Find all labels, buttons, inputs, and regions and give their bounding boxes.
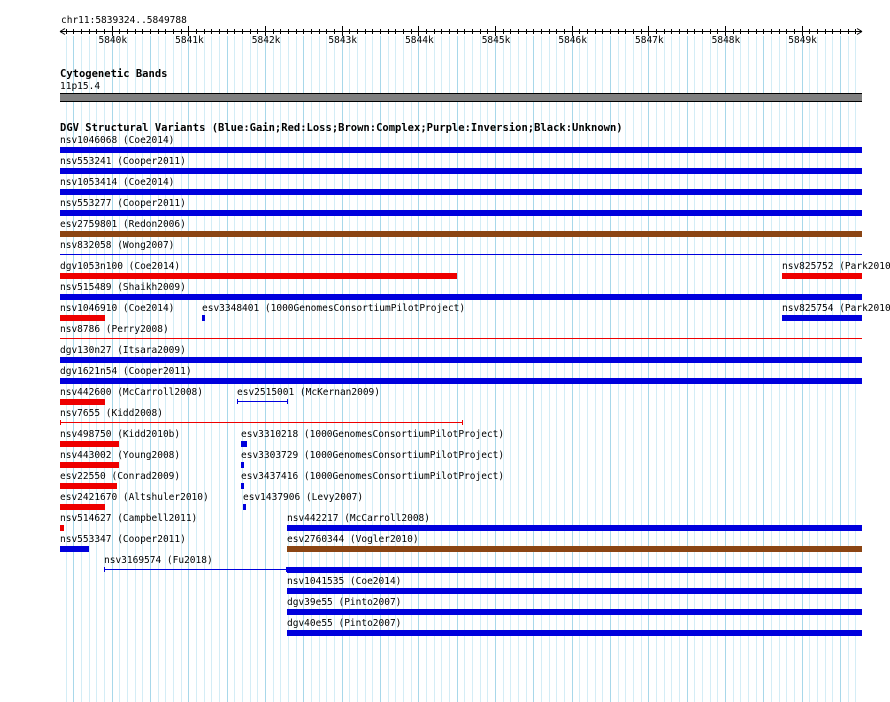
variant-line[interactable] bbox=[60, 422, 463, 423]
ruler-tick-label: 5843k bbox=[328, 35, 358, 46]
variant-bar[interactable] bbox=[241, 441, 247, 447]
variant-line[interactable] bbox=[104, 569, 287, 570]
variant-bar[interactable] bbox=[60, 378, 862, 384]
variant-bar[interactable] bbox=[287, 567, 862, 573]
variant-label[interactable]: esv3437416 (1000GenomesConsortiumPilotPr… bbox=[241, 471, 504, 482]
variant-end-cap bbox=[462, 420, 463, 425]
variant-label[interactable]: esv3303729 (1000GenomesConsortiumPilotPr… bbox=[241, 450, 504, 461]
ruler-tick-label: 5848k bbox=[711, 35, 741, 46]
variant-bar[interactable] bbox=[60, 147, 862, 153]
variant-label[interactable]: dgv130n27 (Itsara2009) bbox=[60, 345, 186, 356]
ruler-tick-label: 5846k bbox=[558, 35, 587, 46]
ruler-tick-label: 5845k bbox=[481, 35, 511, 46]
variant-label[interactable]: nsv553241 (Cooper2011) bbox=[60, 156, 186, 167]
variant-bar[interactable] bbox=[60, 294, 862, 300]
variant-bar[interactable] bbox=[241, 462, 244, 468]
variant-label[interactable]: dgv40e55 (Pinto2007) bbox=[287, 618, 401, 629]
variant-label[interactable]: nsv553347 (Cooper2011) bbox=[60, 534, 186, 545]
variant-label[interactable]: nsv832058 (Wong2007) bbox=[60, 240, 174, 251]
genome-browser-panel: chr11:5839324..5849788 5840k 5841k 5842k 58… bbox=[0, 0, 890, 702]
variant-label[interactable]: nsv1046068 (Coe2014) bbox=[60, 135, 174, 146]
variant-bar[interactable] bbox=[287, 630, 862, 636]
variant-bar[interactable] bbox=[202, 315, 205, 321]
variant-bar[interactable] bbox=[287, 546, 862, 552]
variant-bar[interactable] bbox=[60, 504, 105, 510]
variant-end-cap bbox=[237, 399, 238, 404]
variant-label[interactable]: dgv1053n100 (Coe2014) bbox=[60, 261, 180, 272]
variant-label[interactable]: nsv8786 (Perry2008) bbox=[60, 324, 169, 335]
variant-label[interactable]: dgv1621n54 (Cooper2011) bbox=[60, 366, 192, 377]
variant-label[interactable]: nsv1046910 (Coe2014) bbox=[60, 303, 174, 314]
ruler-tick-label: 5849k bbox=[788, 35, 817, 46]
variant-label[interactable]: esv2421670 (Altshuler2010) bbox=[60, 492, 209, 503]
variant-label[interactable]: esv2515001 (McKernan2009) bbox=[237, 387, 380, 398]
variant-bar[interactable] bbox=[60, 441, 119, 447]
variant-bar[interactable] bbox=[243, 504, 246, 510]
variant-label[interactable]: nsv514627 (Campbell2011) bbox=[60, 513, 197, 524]
variant-bar[interactable] bbox=[60, 315, 105, 321]
cytoband-label[interactable]: 11p15.4 bbox=[60, 81, 100, 92]
variant-label[interactable]: nsv1053414 (Coe2014) bbox=[60, 177, 174, 188]
cytoband-bar[interactable] bbox=[60, 93, 862, 102]
ruler-tick-label: 5842k bbox=[251, 35, 281, 46]
ruler-tick-label: 5847k bbox=[635, 35, 664, 46]
variant-line[interactable] bbox=[60, 254, 862, 255]
variant-bar[interactable] bbox=[287, 525, 862, 531]
variant-bar[interactable] bbox=[60, 168, 862, 174]
variant-end-cap bbox=[287, 399, 288, 404]
cytoband-track-title: Cytogenetic Bands bbox=[60, 68, 168, 80]
variant-label[interactable]: esv1437906 (Levy2007) bbox=[243, 492, 363, 503]
variant-label[interactable]: nsv442217 (McCarroll2008) bbox=[287, 513, 430, 524]
variant-label[interactable]: esv2759801 (Redon2006) bbox=[60, 219, 186, 230]
variant-label[interactable]: dgv39e55 (Pinto2007) bbox=[287, 597, 401, 608]
ruler-tick-label: 5844k bbox=[405, 35, 434, 46]
variant-label[interactable]: nsv443002 (Young2008) bbox=[60, 450, 180, 461]
variant-label[interactable]: esv3310218 (1000GenomesConsortiumPilotPr… bbox=[241, 429, 504, 440]
variant-end-cap bbox=[60, 420, 61, 425]
variant-bar[interactable] bbox=[782, 273, 862, 279]
variant-label[interactable]: nsv515489 (Shaikh2009) bbox=[60, 282, 186, 293]
variant-bar[interactable] bbox=[287, 588, 862, 594]
variant-line[interactable] bbox=[237, 401, 288, 402]
variant-label[interactable]: nsv825754 (Park2010) bbox=[782, 303, 890, 314]
variant-line[interactable] bbox=[60, 338, 862, 339]
variant-bar[interactable] bbox=[60, 357, 862, 363]
variant-label[interactable]: nsv3169574 (Fu2018) bbox=[104, 555, 213, 566]
variant-label[interactable]: esv2760344 (Vogler2010) bbox=[287, 534, 419, 545]
variant-label[interactable]: nsv442600 (McCarroll2008) bbox=[60, 387, 203, 398]
variant-bar[interactable] bbox=[60, 462, 119, 468]
ruler-tick-label: 5840k bbox=[98, 35, 128, 46]
dgv-track-title: DGV Structural Variants (Blue:Gain;Red:L… bbox=[60, 122, 623, 134]
variant-label[interactable]: nsv825752 (Park2010) bbox=[782, 261, 890, 272]
variant-bar[interactable] bbox=[60, 399, 105, 405]
variant-bar[interactable] bbox=[60, 210, 862, 216]
variant-label[interactable]: nsv1041535 (Coe2014) bbox=[287, 576, 401, 587]
variant-bar[interactable] bbox=[60, 483, 117, 489]
variant-bar[interactable] bbox=[60, 525, 64, 531]
variant-label[interactable]: nsv498750 (Kidd2010b) bbox=[60, 429, 180, 440]
variant-label[interactable]: nsv7655 (Kidd2008) bbox=[60, 408, 163, 419]
variant-bar[interactable] bbox=[60, 189, 862, 195]
ruler-tick-label: 5841k bbox=[175, 35, 204, 46]
variant-label[interactable]: esv22550 (Conrad2009) bbox=[60, 471, 180, 482]
variant-bar[interactable] bbox=[241, 483, 244, 489]
variant-label[interactable]: nsv553277 (Cooper2011) bbox=[60, 198, 186, 209]
variant-bar[interactable] bbox=[60, 273, 457, 279]
variant-bar[interactable] bbox=[782, 315, 862, 321]
variant-bar[interactable] bbox=[287, 609, 862, 615]
ruler-scale[interactable] bbox=[0, 24, 890, 36]
variant-bar[interactable] bbox=[60, 231, 862, 237]
variant-end-cap bbox=[104, 567, 105, 572]
variant-bar[interactable] bbox=[60, 546, 89, 552]
variant-label[interactable]: esv3348401 (1000GenomesConsortiumPilotPr… bbox=[202, 303, 465, 314]
